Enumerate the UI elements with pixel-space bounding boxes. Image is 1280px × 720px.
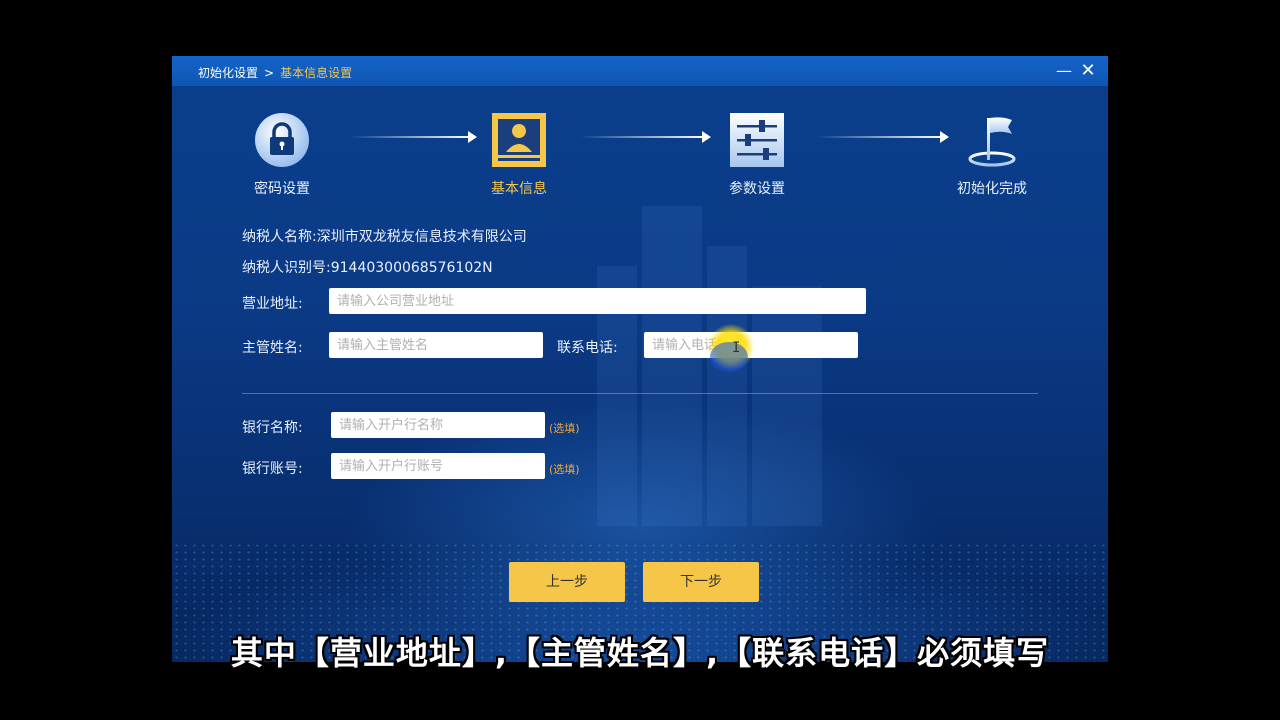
- bank-account-input[interactable]: [331, 453, 545, 479]
- lock-icon: [254, 112, 310, 168]
- sliders-icon: [729, 112, 785, 168]
- taxpayer-name: 纳税人名称:深圳市双龙税友信息技术有限公司: [242, 229, 527, 245]
- step-label: 初始化完成: [957, 181, 1027, 197]
- dialog-window: 初始化设置 > 基本信息设置 — ✕ 密码设置 基本信息 参数设置 初始化完成 …: [172, 56, 1108, 662]
- bg-building: [752, 286, 822, 526]
- breadcrumb: 初始化设置 > 基本信息设置: [198, 64, 352, 81]
- manager-input[interactable]: [329, 332, 543, 358]
- optional-note: (选填): [549, 463, 580, 476]
- bank-account-label: 银行账号:: [242, 461, 303, 477]
- step-label: 密码设置: [254, 181, 310, 197]
- phone-label: 联系电话:: [557, 340, 618, 356]
- step-parameters: 参数设置: [697, 112, 817, 198]
- video-subtitle: 其中【营业地址】,【主管姓名】,【联系电话】必须填写: [230, 634, 1050, 672]
- flag-icon: [964, 112, 1020, 168]
- breadcrumb-root[interactable]: 初始化设置: [198, 66, 258, 80]
- minimize-button[interactable]: —: [1054, 60, 1074, 82]
- step-password: 密码设置: [222, 112, 342, 198]
- minimize-icon: —: [1056, 61, 1072, 80]
- prev-step-button[interactable]: 上一步: [509, 562, 625, 602]
- cursor-highlight: [708, 324, 754, 372]
- step-basic-info: 基本信息: [459, 112, 579, 198]
- address-input[interactable]: [329, 288, 866, 314]
- breadcrumb-separator: >: [264, 66, 275, 80]
- bg-building: [642, 206, 702, 526]
- address-label: 营业地址:: [242, 296, 303, 312]
- close-icon: ✕: [1080, 60, 1096, 81]
- step-label: 参数设置: [729, 181, 785, 197]
- step-label: 基本信息: [491, 181, 547, 197]
- bank-name-input[interactable]: [331, 412, 545, 438]
- id-card-icon: [491, 112, 547, 168]
- section-divider: [242, 393, 1038, 394]
- manager-label: 主管姓名:: [242, 340, 303, 356]
- breadcrumb-current: 基本信息设置: [280, 66, 353, 80]
- optional-note: (选填): [549, 422, 580, 435]
- close-button[interactable]: ✕: [1078, 60, 1098, 82]
- next-step-button[interactable]: 下一步: [643, 562, 759, 602]
- title-bar: 初始化设置 > 基本信息设置 — ✕: [172, 56, 1108, 86]
- bank-name-label: 银行名称:: [242, 420, 303, 436]
- text-cursor-icon: I: [732, 340, 741, 356]
- step-arrow: [816, 131, 950, 143]
- step-arrow: [580, 131, 712, 143]
- taxpayer-id: 纳税人识别号:91440300068576102N: [242, 260, 493, 276]
- step-complete: 初始化完成: [932, 112, 1052, 198]
